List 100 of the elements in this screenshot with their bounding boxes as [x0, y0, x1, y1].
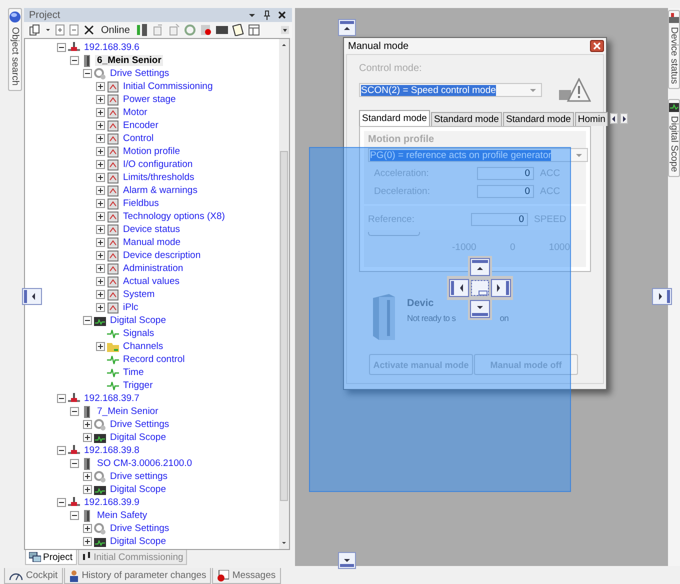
- tree-item[interactable]: Channels: [121, 341, 166, 352]
- collapse-toggle[interactable]: [70, 56, 79, 65]
- expand-toggle[interactable]: [83, 485, 92, 494]
- dock-top-icon[interactable]: [338, 19, 356, 36]
- tree-item[interactable]: 192.168.39.9: [82, 497, 142, 508]
- panel-tab[interactable]: Project: [25, 550, 77, 565]
- tree-item[interactable]: 192.168.39.8: [82, 445, 142, 456]
- expand-toggle[interactable]: [96, 225, 105, 234]
- table-icon[interactable]: [248, 24, 260, 36]
- tree-item[interactable]: I/O configuration: [121, 159, 195, 170]
- tree-item[interactable]: Device description: [121, 250, 203, 261]
- tree-item[interactable]: Digital Scope: [108, 432, 168, 443]
- expand-toggle[interactable]: [83, 433, 92, 442]
- expand-toggle[interactable]: [83, 472, 92, 481]
- expand-toggle[interactable]: [96, 290, 105, 299]
- tree-item[interactable]: Digital Scope: [108, 315, 168, 326]
- dock-bottom-icon[interactable]: [338, 552, 356, 569]
- tree-item[interactable]: Power stage: [121, 94, 178, 105]
- expand-toggle[interactable]: [96, 277, 105, 286]
- expand-toggle[interactable]: [96, 121, 105, 130]
- expand-toggle[interactable]: [83, 537, 92, 546]
- expand-toggle[interactable]: [96, 186, 105, 195]
- expand-toggle[interactable]: [96, 303, 105, 312]
- expand-toggle[interactable]: [96, 251, 105, 260]
- tree-item[interactable]: Encoder: [121, 120, 160, 131]
- dock-right-icon[interactable]: [652, 288, 672, 305]
- expand-toggle[interactable]: [96, 147, 105, 156]
- bottom-tab[interactable]: History of parameter changes: [64, 568, 212, 584]
- tree-item[interactable]: iPlc: [121, 302, 140, 313]
- collapse-toggle[interactable]: [57, 498, 66, 507]
- tree-item[interactable]: 192.168.39.6: [82, 42, 142, 53]
- add-page-icon[interactable]: [55, 24, 65, 36]
- overflow-icon[interactable]: [281, 26, 289, 34]
- tree-item[interactable]: Mein Safety: [95, 510, 150, 521]
- tree-item[interactable]: Initial Commissioning: [121, 81, 215, 92]
- collapse-toggle[interactable]: [57, 394, 66, 403]
- tree-item[interactable]: Actual values: [121, 276, 182, 287]
- close-button[interactable]: [590, 40, 604, 52]
- tree-item[interactable]: Control: [121, 133, 156, 144]
- tree-item[interactable]: 192.168.39.7: [82, 393, 142, 404]
- copy-icon[interactable]: [29, 24, 41, 36]
- tree-item[interactable]: Fieldbus: [121, 198, 161, 209]
- tree-item[interactable]: Device status: [121, 224, 182, 235]
- expand-toggle[interactable]: [83, 524, 92, 533]
- expand-toggle[interactable]: [96, 134, 105, 143]
- tree-item[interactable]: 7_Mein Senior: [95, 406, 160, 417]
- expand-toggle[interactable]: [83, 420, 92, 429]
- expand-toggle[interactable]: [96, 238, 105, 247]
- tree-item[interactable]: Limits/thresholds: [121, 172, 196, 183]
- expand-toggle[interactable]: [96, 82, 105, 91]
- scrollbar[interactable]: [279, 39, 289, 549]
- bottom-tab[interactable]: Messages: [212, 568, 281, 584]
- tree-item[interactable]: Manual mode: [121, 237, 183, 248]
- expand-toggle[interactable]: [96, 95, 105, 104]
- tree-item[interactable]: Administration: [121, 263, 186, 274]
- device-icon[interactable]: [136, 24, 148, 36]
- side-tab[interactable]: Object search: [8, 8, 22, 91]
- scroll-thumb[interactable]: [280, 151, 288, 501]
- expand-toggle[interactable]: [96, 108, 105, 117]
- collapse-toggle[interactable]: [70, 407, 79, 416]
- tree-item[interactable]: Motor: [121, 107, 150, 118]
- expand-toggle[interactable]: [96, 173, 105, 182]
- scroll-down-icon[interactable]: [280, 539, 288, 547]
- collapse-toggle[interactable]: [57, 446, 66, 455]
- tree-item[interactable]: Drive Settings: [108, 419, 172, 430]
- tree-item[interactable]: Drive Settings: [108, 523, 172, 534]
- tree-item[interactable]: Drive settings: [108, 471, 170, 482]
- dropdown-icon[interactable]: [248, 11, 256, 19]
- collapse-toggle[interactable]: [57, 43, 66, 52]
- tree-item[interactable]: Alarm & warnings: [121, 185, 200, 196]
- online-button[interactable]: Online: [99, 24, 132, 36]
- monitor-icon[interactable]: [216, 24, 228, 36]
- collapse-toggle[interactable]: [83, 316, 92, 325]
- pin-icon[interactable]: [263, 10, 271, 20]
- tree-item[interactable]: Drive Settings: [108, 68, 172, 79]
- expand-toggle[interactable]: [96, 342, 105, 351]
- remove-page-icon[interactable]: [69, 24, 79, 36]
- tree-item[interactable]: Trigger: [121, 380, 155, 391]
- tree-item[interactable]: Time: [121, 367, 146, 378]
- dock-left-icon[interactable]: [22, 288, 42, 305]
- collapse-toggle[interactable]: [83, 69, 92, 78]
- expand-toggle[interactable]: [96, 160, 105, 169]
- expand-toggle[interactable]: [96, 199, 105, 208]
- tree-item[interactable]: Motion profile: [121, 146, 182, 157]
- delete-icon[interactable]: [83, 24, 95, 36]
- bottom-tab[interactable]: Cockpit: [4, 568, 63, 584]
- expand-toggle[interactable]: [96, 212, 105, 221]
- collapse-toggle[interactable]: [70, 459, 79, 468]
- collapse-toggle[interactable]: [70, 511, 79, 520]
- record-icon[interactable]: [200, 24, 212, 36]
- tree-item[interactable]: Signals: [121, 328, 156, 339]
- side-tab[interactable]: Digital Scope: [668, 99, 680, 178]
- tree-item[interactable]: Technology options (X8): [121, 211, 227, 222]
- expand-toggle[interactable]: [96, 264, 105, 273]
- tree-item[interactable]: Digital Scope: [108, 536, 168, 547]
- tree-item[interactable]: System: [121, 289, 157, 300]
- tree-item[interactable]: Digital Scope: [108, 484, 168, 495]
- scroll-up-icon[interactable]: [280, 41, 288, 49]
- tree-item[interactable]: Record control: [121, 354, 187, 365]
- tree-item[interactable]: SO CM-3.0006.2100.0: [95, 458, 194, 469]
